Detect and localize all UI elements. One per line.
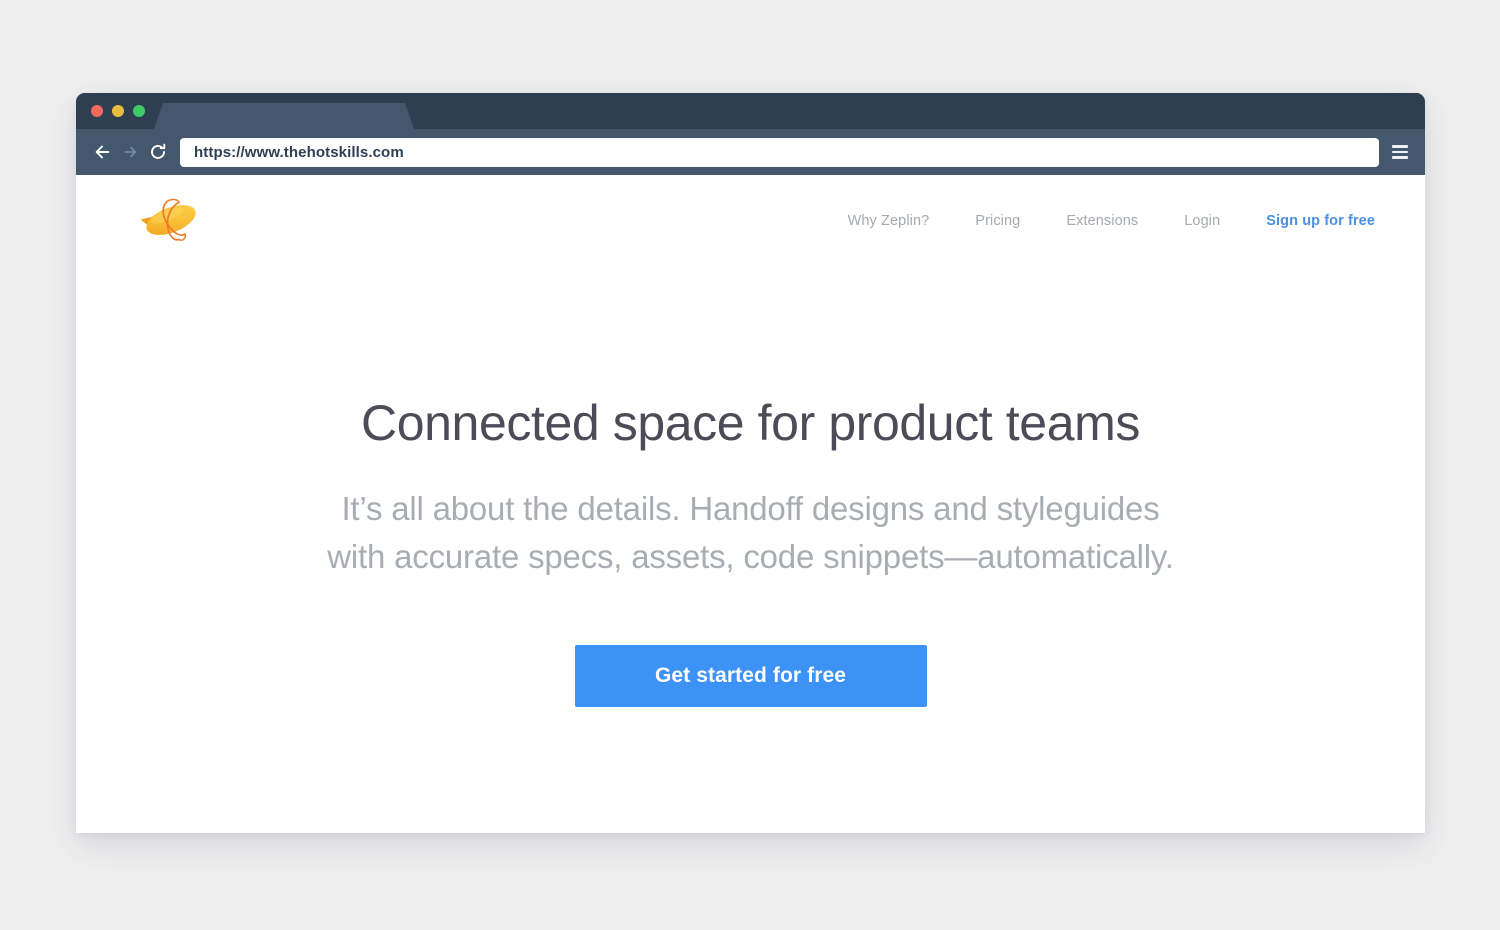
screenshot-canvas: https://www.thehotskills.com Why Zeplin?… bbox=[0, 0, 1500, 930]
minimize-window-button[interactable] bbox=[112, 105, 124, 117]
hero-title: Connected space for product teams bbox=[361, 395, 1140, 451]
back-button[interactable] bbox=[88, 138, 116, 166]
page-viewport: Why Zeplin? Pricing Extensions Login Sig… bbox=[76, 175, 1425, 833]
maximize-window-button[interactable] bbox=[133, 105, 145, 117]
get-started-for-free-button[interactable]: Get started for free bbox=[574, 644, 927, 707]
arrow-right-icon bbox=[122, 144, 139, 160]
forward-button[interactable] bbox=[116, 138, 144, 166]
site-header: Why Zeplin? Pricing Extensions Login Sig… bbox=[76, 175, 1425, 267]
hero-subtitle: It’s all about the details. Handoff desi… bbox=[76, 485, 1425, 581]
hamburger-icon-line-2 bbox=[1392, 150, 1408, 154]
address-bar-url: https://www.thehotskills.com bbox=[194, 143, 404, 161]
hero-cta-container: Get started for free bbox=[76, 644, 1425, 707]
address-bar[interactable]: https://www.thehotskills.com bbox=[180, 137, 1379, 167]
browser-toolbar: https://www.thehotskills.com bbox=[76, 129, 1425, 175]
reload-icon bbox=[149, 143, 167, 161]
hero-subtitle-line-1: It’s all about the details. Handoff desi… bbox=[341, 490, 1160, 527]
nav-link-pricing[interactable]: Pricing bbox=[975, 207, 1020, 235]
close-window-button[interactable] bbox=[91, 105, 103, 117]
browser-tab[interactable] bbox=[154, 103, 414, 129]
primary-navigation: Why Zeplin? Pricing Extensions Login Sig… bbox=[802, 207, 1375, 235]
site-logo[interactable] bbox=[134, 192, 204, 250]
window-controls bbox=[91, 105, 145, 117]
hamburger-icon-line-1 bbox=[1392, 145, 1408, 148]
reload-button[interactable] bbox=[144, 138, 172, 166]
zeppelin-logo-icon bbox=[134, 192, 204, 250]
nav-link-sign-up-for-free[interactable]: Sign up for free bbox=[1266, 207, 1375, 235]
nav-link-why-zeplin[interactable]: Why Zeplin? bbox=[848, 207, 930, 235]
hamburger-icon-line-3 bbox=[1392, 156, 1408, 159]
browser-window: https://www.thehotskills.com Why Zeplin?… bbox=[76, 93, 1425, 833]
hero-section: Connected space for product teams It’s a… bbox=[76, 267, 1425, 707]
nav-link-login[interactable]: Login bbox=[1184, 207, 1220, 235]
nav-link-extensions[interactable]: Extensions bbox=[1066, 207, 1138, 235]
browser-titlebar bbox=[76, 93, 1425, 129]
hamburger-menu-button[interactable] bbox=[1389, 138, 1411, 166]
hero-subtitle-line-2: with accurate specs, assets, code snippe… bbox=[327, 537, 1174, 575]
arrow-left-icon bbox=[94, 144, 111, 160]
